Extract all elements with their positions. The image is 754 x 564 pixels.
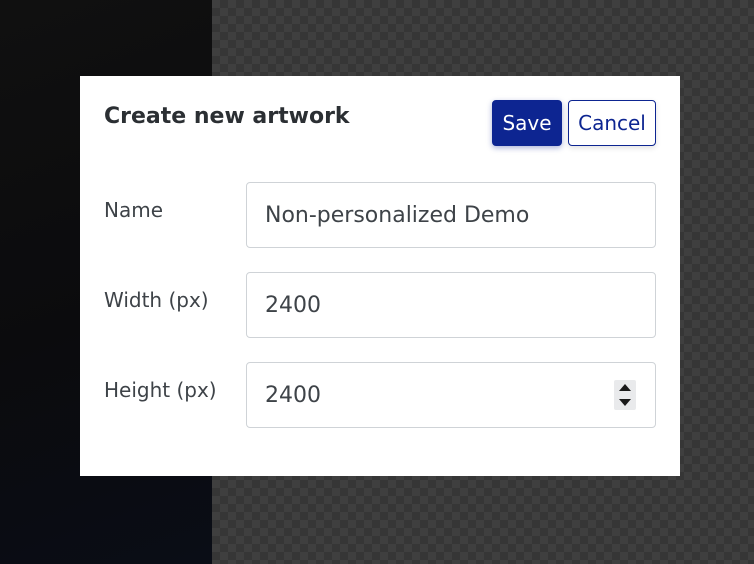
save-button[interactable]: Save [492, 100, 562, 146]
create-artwork-dialog: Create new artwork Save Cancel Name Widt… [80, 76, 680, 476]
name-label: Name [104, 198, 164, 222]
height-spinner[interactable] [614, 380, 636, 410]
dialog-title: Create new artwork [104, 104, 350, 129]
width-label: Width (px) [104, 288, 209, 312]
chevron-down-icon[interactable] [619, 399, 631, 406]
chevron-up-icon[interactable] [619, 384, 631, 391]
width-input[interactable] [246, 272, 656, 338]
cancel-button[interactable]: Cancel [568, 100, 656, 146]
name-input[interactable] [246, 182, 656, 248]
height-input[interactable] [246, 362, 656, 428]
height-label: Height (px) [104, 378, 217, 402]
